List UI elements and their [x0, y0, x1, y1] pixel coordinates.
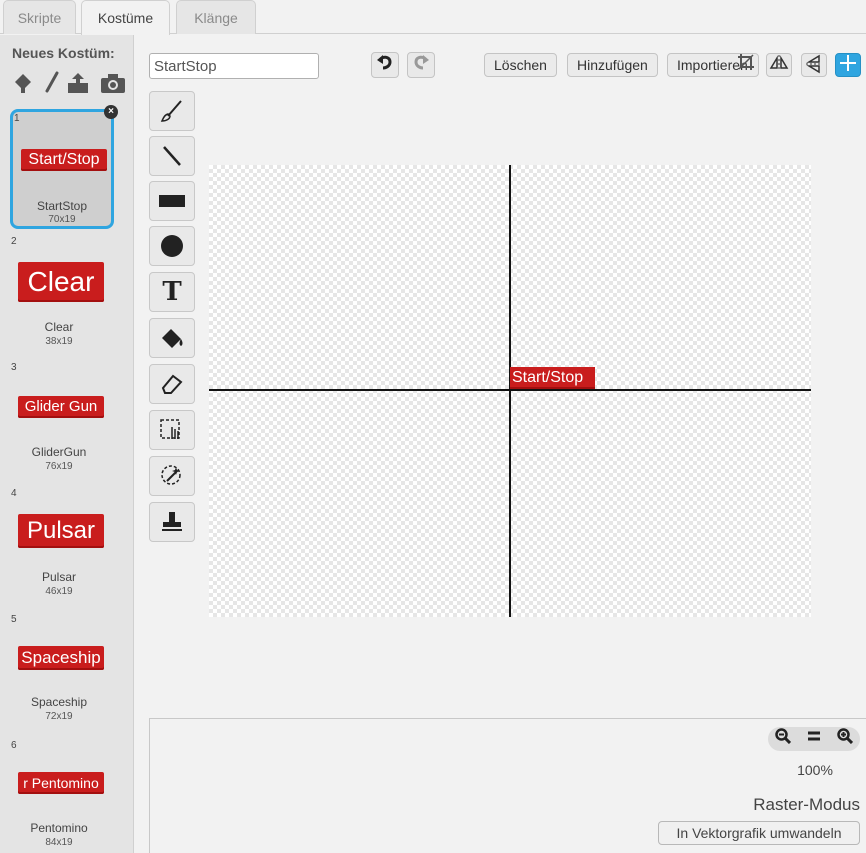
paint-editor: Löschen Hinzufügen Importieren T — [135, 35, 866, 853]
costume-size: 72x19 — [45, 711, 73, 722]
canvas-costume-image[interactable]: Start/Stop — [510, 367, 595, 389]
undo-icon — [377, 55, 392, 70]
brush-tool[interactable] — [149, 91, 195, 131]
tab-klaenge[interactable]: Klänge — [176, 0, 256, 34]
costume-name-input[interactable] — [149, 53, 319, 79]
costume-number: 6 — [11, 740, 17, 751]
magic-select-icon — [161, 465, 181, 485]
tab-skripte[interactable]: Skripte — [3, 0, 76, 34]
zoom-in-icon[interactable] — [833, 728, 857, 750]
costume-number: 1 — [14, 113, 20, 124]
costume-name: Clear — [44, 320, 74, 334]
stamp-tool[interactable] — [149, 502, 195, 542]
camera-icon[interactable] — [99, 71, 125, 95]
flip-horizontal-icon[interactable] — [766, 53, 792, 77]
costume-thumbnail: Clear — [18, 262, 104, 302]
costume-thumbnail: Start/Stop — [21, 149, 107, 171]
zoom-reset-icon[interactable] — [802, 728, 826, 750]
zoom-out-icon[interactable] — [771, 728, 795, 750]
costume-editor-window: Skripte Kostüme Klänge Neues Kostüm: 1 ×… — [0, 0, 866, 853]
costume-thumbnail: r Pentomino — [18, 772, 104, 794]
costume-name: Pulsar — [41, 570, 76, 584]
fill-icon — [162, 329, 183, 348]
costume-name: GliderGun — [31, 445, 87, 459]
costume-item[interactable]: 1 × Start/Stop StartStop 70x19 — [10, 105, 118, 229]
line-tool[interactable] — [149, 136, 195, 176]
mode-label: Raster-Modus — [753, 795, 860, 814]
brush-icon — [160, 100, 182, 122]
costume-item[interactable]: 3 Glider Gun GliderGun 76x19 — [10, 361, 114, 481]
magic-select-tool[interactable] — [149, 456, 195, 496]
costume-thumbnail: Pulsar — [18, 514, 104, 548]
costume-item[interactable]: 2 Clear Clear 38x19 — [10, 235, 114, 355]
convert-to-vector-button[interactable]: In Vektorgrafik umwandeln — [658, 821, 860, 845]
crosshair-icon — [840, 55, 856, 71]
costume-thumbnail: Glider Gun — [18, 396, 104, 418]
eraser-tool[interactable] — [149, 364, 195, 404]
brush-icon[interactable] — [39, 71, 65, 95]
undo-button[interactable] — [371, 52, 399, 78]
costume-list-pane: Neues Kostüm: 1 × Start/Stop StartStop 7… — [0, 35, 134, 853]
costume-number: 4 — [11, 488, 17, 499]
eraser-icon — [161, 374, 183, 394]
costume-name: Spaceship — [30, 695, 88, 709]
costume-size: 46x19 — [45, 586, 73, 597]
ellipse-icon — [161, 235, 183, 257]
ellipse-tool[interactable] — [149, 226, 195, 266]
upload-icon[interactable] — [65, 71, 91, 95]
line-icon — [163, 146, 181, 166]
set-center-button[interactable] — [835, 53, 861, 77]
vertical-axis — [509, 165, 511, 617]
new-costume-icons — [11, 71, 129, 95]
new-costume-label: Neues Kostüm: — [12, 45, 115, 61]
costume-number: 3 — [11, 362, 17, 373]
clear-button[interactable]: Löschen — [484, 53, 557, 77]
paint-new-icon[interactable] — [11, 71, 37, 95]
costume-size: 76x19 — [45, 461, 73, 472]
close-icon[interactable]: × — [104, 105, 118, 119]
costume-name: Pentomino — [30, 821, 88, 835]
costume-number: 5 — [11, 614, 17, 625]
costume-item[interactable]: 5 Spaceship Spaceship 72x19 — [10, 613, 114, 733]
stamp-icon — [162, 512, 182, 531]
redo-icon — [414, 55, 429, 70]
costume-number: 2 — [11, 236, 17, 247]
costume-size: 84x19 — [45, 837, 73, 848]
editor-bottom-panel: 100% Raster-Modus In Vektorgrafik umwand… — [149, 718, 866, 853]
fill-tool[interactable] — [149, 318, 195, 358]
costume-size: 38x19 — [45, 336, 73, 347]
costume-size: 70x19 — [48, 214, 76, 225]
zoom-controls — [768, 727, 860, 751]
rectangle-tool[interactable] — [149, 181, 195, 221]
horizontal-axis — [209, 389, 811, 391]
costume-item[interactable]: 6 r Pentomino Pentomino 84x19 — [10, 739, 114, 853]
rectangle-icon — [159, 195, 185, 207]
zoom-level: 100% — [797, 762, 833, 778]
text-tool[interactable]: T — [149, 272, 195, 312]
drawing-canvas[interactable]: Start/Stop — [209, 165, 811, 617]
tab-bar: Skripte Kostüme Klänge — [0, 0, 866, 35]
select-icon — [160, 419, 180, 439]
flip-vertical-icon[interactable] — [801, 53, 827, 77]
costume-item[interactable]: 4 Pulsar Pulsar 46x19 — [10, 487, 114, 607]
tab-kostueme[interactable]: Kostüme — [81, 0, 170, 35]
crop-icon[interactable] — [733, 53, 759, 77]
add-button[interactable]: Hinzufügen — [567, 53, 658, 77]
text-icon: T — [162, 277, 182, 307]
costume-name: StartStop — [36, 199, 88, 213]
redo-button[interactable] — [407, 52, 435, 78]
costume-thumbnail: Spaceship — [18, 646, 104, 670]
select-tool[interactable] — [149, 410, 195, 450]
